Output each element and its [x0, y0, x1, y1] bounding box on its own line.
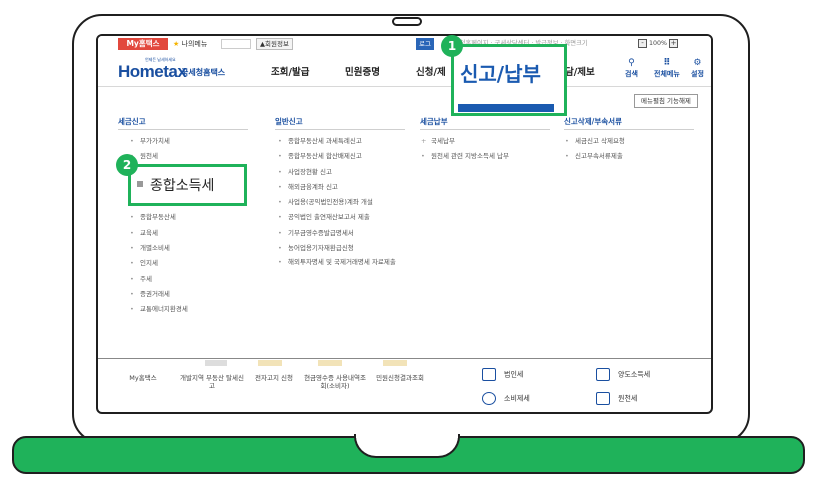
list-item[interactable]: 해외금융계좌 신고: [278, 182, 428, 197]
tax-link-excise[interactable]: 소비제세: [482, 392, 530, 405]
quicklink-cash-receipt[interactable]: 현금영수증 사용내역조회(소비자): [303, 374, 367, 390]
utility-bar: My홈택스 ★ 나의메뉴 ▲회원정보 로그 국세청홈페이지 · 국세상담센터 ·…: [98, 36, 711, 54]
nav-report-payment[interactable]: 신고/납부: [460, 58, 541, 87]
notch-cover: [356, 434, 458, 438]
zoom-in-button[interactable]: +: [669, 38, 679, 48]
nav-divider: [98, 86, 711, 87]
list-item[interactable]: 부가가치세: [130, 136, 188, 151]
col-divider: [118, 129, 248, 130]
nav-settings[interactable]: ⚙ 설정: [691, 58, 704, 79]
list-item[interactable]: 사업장현황 신고: [278, 167, 428, 182]
logo-wordmark: Hometax: [118, 62, 187, 81]
bullet-icon: [137, 181, 143, 187]
list-item[interactable]: 종합부동산세 합산배제신고: [278, 151, 428, 166]
col-divider: [275, 129, 405, 130]
favorites-link[interactable]: ★ 나의메뉴: [173, 38, 207, 50]
login-button[interactable]: 로그: [416, 38, 434, 50]
list-item[interactable]: 교육세: [130, 228, 188, 243]
mega-menu-bottom-border: [98, 358, 711, 359]
list-item[interactable]: 인지세: [130, 258, 188, 273]
grid-icon: ⠿: [663, 58, 671, 68]
col-divider: [564, 129, 694, 130]
list-item[interactable]: 공익법인 출연재산보고서 제출: [278, 212, 428, 227]
list-item[interactable]: 증권거래세: [130, 289, 188, 304]
quicklink-icon: [258, 360, 282, 366]
col-divider: [420, 129, 550, 130]
star-icon: ★: [173, 40, 180, 48]
search-icon: ⚲: [628, 58, 635, 68]
zoom-control: - 100% +: [638, 38, 679, 50]
zoom-out-button[interactable]: -: [638, 38, 647, 48]
list-item[interactable]: 기부금영수증발급명세서: [278, 228, 428, 243]
quicklink-icon: [205, 360, 227, 366]
gear-icon: ⚙: [693, 58, 702, 68]
nav-civil-certificate[interactable]: 민원증명: [345, 64, 380, 78]
camera-icon: [392, 17, 422, 26]
menu-expand-toggle-button[interactable]: 메뉴펼침 기능해제: [634, 94, 698, 108]
nav-apply-submit[interactable]: 신청/제: [416, 64, 446, 78]
col-title-tax-payment: 세금납부: [420, 117, 448, 126]
zoom-level: 100%: [649, 40, 668, 47]
col-title-tax-report: 세금신고: [118, 117, 146, 126]
quicklink-e-notice[interactable]: 전자고지 신청: [248, 374, 300, 382]
quicklink-icon: [383, 360, 407, 366]
col-title-report-delete: 신고삭제/부속서류: [564, 117, 622, 126]
list-item[interactable]: 사업용(공익법인전용)계좌 개설: [278, 197, 428, 212]
browser-screen: My홈택스 ★ 나의메뉴 ▲회원정보 로그 국세청홈페이지 · 국세상담센터 ·…: [96, 34, 713, 414]
active-tab-indicator: [458, 104, 554, 112]
list-item[interactable]: 원천세 관련 지방소득세 납부: [421, 151, 509, 166]
favorites-label: 나의메뉴: [181, 40, 208, 48]
list-general-report: 종합부동산세 과세특례신고 종합부동산세 합산배제신고 사업장현황 신고 해외금…: [278, 136, 428, 267]
menu-item-comprehensive-income-tax[interactable]: 종합소득세: [150, 175, 214, 195]
tax-link-corporate[interactable]: 법인세: [482, 368, 523, 381]
list-item[interactable]: 농어업용기자재환급신청: [278, 243, 428, 258]
truck-icon: [596, 368, 610, 381]
tax-link-withholding[interactable]: 원천세: [596, 392, 637, 405]
quicklink-icon: [318, 360, 342, 366]
list-item[interactable]: 개별소비세: [130, 243, 188, 258]
list-item[interactable]: 국세납부: [421, 136, 509, 151]
tax-link-label: 법인세: [504, 370, 524, 379]
member-info-button[interactable]: ▲회원정보: [256, 38, 293, 50]
nav-search-label: 검색: [625, 70, 638, 78]
list-item[interactable]: 교통에너지환경세: [130, 304, 188, 319]
quicklink-my-hometax[interactable]: My홈택스: [118, 374, 168, 382]
tax-link-label: 양도소득세: [618, 370, 651, 379]
step-badge-2: 2: [116, 154, 138, 176]
nav-consult-report[interactable]: 담/제보: [565, 64, 595, 78]
tax-link-label: 원천세: [618, 394, 638, 403]
tax-link-label: 소비제세: [504, 394, 530, 403]
list-item[interactable]: 종합부동산세 과세특례신고: [278, 136, 428, 151]
list-item[interactable]: 신고부속서류제출: [565, 151, 625, 166]
building-icon: [482, 368, 496, 381]
nav-all-menu-label: 전체메뉴: [654, 70, 680, 78]
list-tax-payment: 국세납부 원천세 관련 지방소득세 납부: [421, 136, 509, 167]
nav-search[interactable]: ⚲ 검색: [625, 58, 638, 79]
quick-search-input[interactable]: [221, 39, 251, 49]
nav-settings-label: 설정: [691, 70, 704, 78]
gem-icon: [482, 392, 496, 405]
member-info-label: 회원정보: [265, 40, 289, 48]
step-badge-1: 1: [441, 35, 463, 57]
list-report-delete: 세금신고 삭제요청 신고부속서류제출: [565, 136, 625, 167]
list-item[interactable]: 해외투자명세 및 국제거래명세 자료제출: [278, 258, 428, 267]
nav-all-menu[interactable]: ⠿ 전체메뉴: [654, 58, 680, 79]
quicklink-tax-evasion-report[interactable]: 개발지역 부동산 탈세신고: [180, 374, 244, 390]
tax-link-capital-gains[interactable]: 양도소득세: [596, 368, 650, 381]
col-title-general-report: 일반신고: [275, 117, 303, 126]
nav-inquiry-issue[interactable]: 조회/발급: [271, 64, 309, 78]
list-item[interactable]: 주세: [130, 274, 188, 289]
list-item[interactable]: 종합부동산세: [130, 212, 188, 227]
logo-subtitle: 국세청홈택스: [181, 68, 226, 77]
quicklink-civil-result[interactable]: 민원신청결과조회: [370, 374, 430, 382]
document-icon: [596, 392, 610, 405]
my-hometax-button[interactable]: My홈택스: [118, 38, 168, 50]
list-item[interactable]: 세금신고 삭제요청: [565, 136, 625, 151]
